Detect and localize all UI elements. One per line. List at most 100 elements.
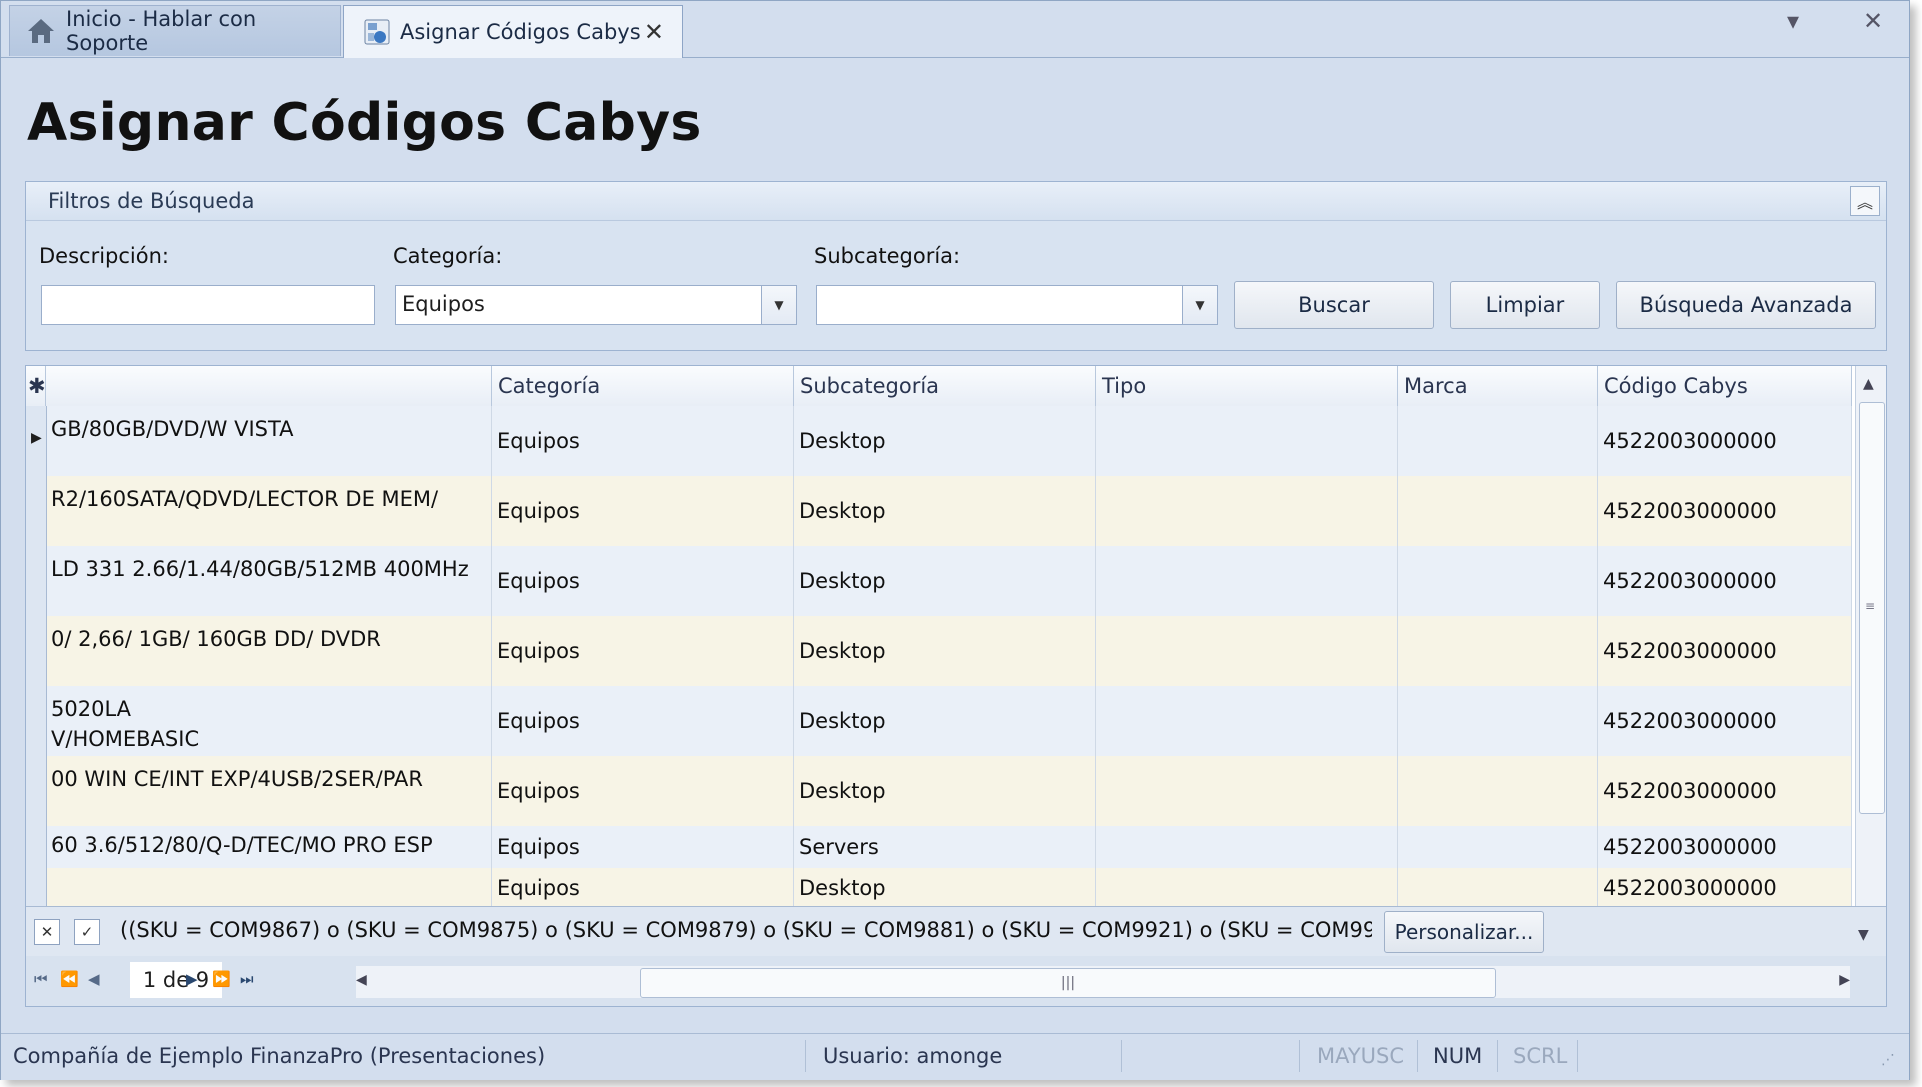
cell-subcategoria[interactable]: Servers [794,826,1096,868]
row-indicator[interactable] [26,826,47,868]
cell-descripcion[interactable] [46,868,492,908]
cell-cabys[interactable]: 4522003000000 [1598,546,1852,616]
cell-categoria[interactable]: Equipos [492,616,794,686]
cell-marca[interactable] [1398,616,1598,686]
last-page-icon[interactable]: ⏭ [240,970,254,988]
table-row[interactable]: ▶ GB/80GB/DVD/W VISTA Equipos Desktop 452200… [26,406,1852,477]
table-row[interactable]: 60 3.6/512/80/Q-D/TEC/MO PRO ESP Equipos S… [26,826,1852,869]
cell-tipo[interactable] [1096,686,1398,756]
cell-cabys[interactable]: 4522003000000 [1598,476,1852,546]
cell-marca[interactable] [1398,826,1598,868]
new-row-icon[interactable]: ✱ [26,366,46,406]
cell-marca[interactable] [1398,546,1598,616]
cell-marca[interactable] [1398,476,1598,546]
horizontal-scrollbar[interactable]: ◀ ||| ▶ [356,966,1850,998]
cell-cabys[interactable]: 4522003000000 [1598,406,1852,476]
scroll-left-icon[interactable]: ◀ [356,972,367,988]
cell-marca[interactable] [1398,686,1598,756]
vertical-scroll-thumb[interactable]: ≡ [1859,402,1885,814]
cell-categoria[interactable]: Equipos [492,868,794,908]
cell-subcategoria[interactable]: Desktop [794,406,1096,476]
cell-categoria[interactable]: Equipos [492,546,794,616]
next-page-icon[interactable]: ▶ [186,970,198,988]
cell-tipo[interactable] [1096,826,1398,868]
cell-subcategoria[interactable]: Desktop [794,686,1096,756]
cell-categoria[interactable]: Equipos [492,756,794,826]
first-page-icon[interactable]: ⏮ [34,970,48,988]
cell-tipo[interactable] [1096,868,1398,908]
cell-cabys[interactable]: 4522003000000 [1598,616,1852,686]
descripcion-input[interactable] [41,285,375,325]
scroll-right-icon[interactable]: ▶ [1839,972,1850,988]
clear-filter-icon[interactable]: ✕ [34,919,60,945]
scroll-down-icon[interactable]: ▼ [1858,927,1869,943]
column-header-marca[interactable]: Marca [1398,366,1598,406]
cell-descripcion[interactable]: GB/80GB/DVD/W VISTA [46,406,492,476]
chevron-down-icon[interactable]: ▼ [761,286,796,324]
categoria-select[interactable]: Equipos ▼ [395,285,797,325]
subcategoria-select[interactable]: ▼ [816,285,1218,325]
cell-categoria[interactable]: Equipos [492,476,794,546]
table-row[interactable]: Equipos Desktop 4522003000000 [26,868,1852,909]
cell-categoria[interactable]: Equipos [492,686,794,756]
cell-categoria[interactable]: Equipos [492,826,794,868]
table-row[interactable]: R2/160SATA/QDVD/LECTOR DE MEM/Equipos Des… [26,476,1852,547]
page-indicator[interactable]: 1 de 9 [130,962,222,998]
resize-grip-icon[interactable]: ⋰ [1881,1052,1895,1068]
prev-page-group-icon[interactable]: ⏪ [60,970,79,988]
cell-subcategoria[interactable]: Desktop [794,546,1096,616]
cell-descripcion[interactable]: 0/ 2,66/ 1GB/ 160GB DD/ DVDR [46,616,492,686]
column-header-cabys[interactable]: Código Cabys [1598,366,1852,406]
enable-filter-checkbox[interactable]: ✓ [74,919,100,945]
row-indicator[interactable] [26,756,47,826]
cell-tipo[interactable] [1096,546,1398,616]
row-indicator[interactable] [26,616,47,686]
cell-cabys[interactable]: 4522003000000 [1598,868,1852,908]
column-header-subcategoria[interactable]: Subcategoría [794,366,1096,406]
personalizar-button[interactable]: Personalizar... [1384,911,1544,953]
horizontal-scroll-thumb[interactable]: ||| [640,968,1496,998]
collapse-panel-icon[interactable]: ︽ [1850,186,1880,216]
prev-page-icon[interactable]: ◀ [88,970,100,988]
row-indicator[interactable]: ▶ [26,406,47,476]
table-row[interactable]: 5020LA V/HOMEBASIC Equipos Desktop 452200300… [26,686,1852,757]
cell-tipo[interactable] [1096,476,1398,546]
table-row[interactable]: LD 331 2.66/1.44/80GB/512MB 400MHz Equipo… [26,546,1852,617]
tab-inicio[interactable]: Inicio - Hablar con Soporte [9,5,341,56]
row-indicator[interactable] [26,868,47,908]
tab-asignar-cabys[interactable]: Asignar Códigos Cabys ✕ [343,5,683,58]
cell-cabys[interactable]: 4522003000000 [1598,756,1852,826]
cell-marca[interactable] [1398,406,1598,476]
next-page-group-icon[interactable]: ⏩ [212,970,231,988]
busqueda-avanzada-button[interactable]: Búsqueda Avanzada [1616,281,1876,329]
cell-tipo[interactable] [1096,616,1398,686]
cell-descripcion[interactable]: 00 WIN CE/INT EXP/4USB/2SER/PAR [46,756,492,826]
table-row[interactable]: 00 WIN CE/INT EXP/4USB/2SER/PAR Equipos De… [26,756,1852,827]
close-tab-icon[interactable]: ✕ [644,18,664,46]
cell-descripcion[interactable]: 60 3.6/512/80/Q-D/TEC/MO PRO ESP [46,826,492,868]
cell-tipo[interactable] [1096,756,1398,826]
column-header-descripcion[interactable] [46,366,492,406]
row-indicator[interactable] [26,476,47,546]
column-header-tipo[interactable]: Tipo [1096,366,1398,406]
row-indicator[interactable] [26,546,47,616]
cell-subcategoria[interactable]: Desktop [794,756,1096,826]
column-header-categoria[interactable]: Categoría [492,366,794,406]
cell-cabys[interactable]: 4522003000000 [1598,826,1852,868]
cell-subcategoria[interactable]: Desktop [794,616,1096,686]
cell-subcategoria[interactable]: Desktop [794,868,1096,908]
cell-descripcion[interactable]: 5020LA V/HOMEBASIC [46,686,492,756]
row-indicator[interactable] [26,686,47,756]
cell-tipo[interactable] [1096,406,1398,476]
cell-categoria[interactable]: Equipos [492,406,794,476]
tab-list-dropdown-icon[interactable]: ▾ [1787,7,1799,35]
cell-descripcion[interactable]: R2/160SATA/QDVD/LECTOR DE MEM/ [46,476,492,546]
chevron-down-icon[interactable]: ▼ [1182,286,1217,324]
scroll-up-icon[interactable]: ▲ [1863,376,1874,392]
cell-marca[interactable] [1398,756,1598,826]
table-row[interactable]: 0/ 2,66/ 1GB/ 160GB DD/ DVDR Equipos Deskt… [26,616,1852,687]
buscar-button[interactable]: Buscar [1234,281,1434,329]
vertical-scrollbar[interactable]: ▲ ≡ [1855,366,1886,906]
cell-marca[interactable] [1398,868,1598,908]
close-window-icon[interactable]: ✕ [1863,7,1883,35]
